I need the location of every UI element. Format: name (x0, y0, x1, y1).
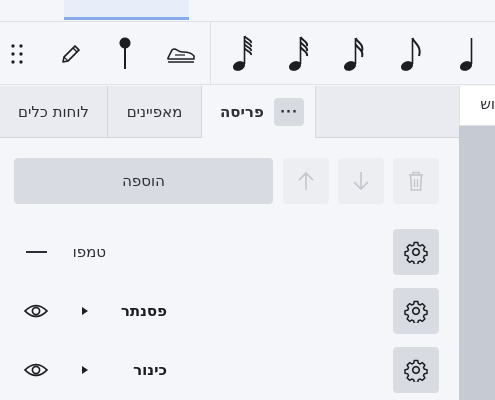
piano-settings-button[interactable] (393, 288, 439, 334)
thirty-second-note-icon[interactable] (284, 34, 314, 74)
piano-label: פסנתר (120, 302, 167, 320)
slur-tie-icon[interactable] (164, 34, 198, 74)
note-input-toolbar (0, 22, 495, 85)
list-item-piano[interactable]: פסנתר (0, 288, 459, 338)
arrow-down-icon (353, 172, 369, 191)
tempo-settings-button[interactable] (393, 229, 439, 275)
app-root: לוחות כלים מאפיינים פריסה ··· הוספה טמפו… (0, 0, 495, 400)
tab-palettes-label: לוחות כלים (18, 102, 89, 121)
tab-bar-filler (316, 86, 459, 138)
quarter-note-icon[interactable] (453, 34, 483, 74)
tempo-dash (26, 251, 47, 253)
layout-panel: לוחות כלים מאפיינים פריסה ··· הוספה טמפו… (0, 86, 459, 400)
list-item-tempo[interactable]: טמפו (0, 229, 459, 279)
tab-more-button[interactable]: ··· (274, 98, 304, 126)
eye-icon[interactable] (23, 301, 49, 321)
move-down-button[interactable] (338, 158, 384, 204)
toolbar-separator (210, 22, 211, 85)
push-pin-icon[interactable] (110, 34, 140, 74)
tab-properties[interactable]: מאפיינים (108, 86, 202, 138)
tab-properties-label: מאפיינים (126, 102, 183, 121)
drag-handle-icon[interactable] (2, 34, 32, 74)
eighth-note-icon[interactable] (396, 34, 426, 74)
add-button[interactable]: הוספה (14, 158, 273, 204)
tempo-label: טמפו (72, 243, 106, 261)
tab-palettes[interactable]: לוחות כלים (0, 86, 108, 138)
gear-icon (404, 359, 428, 382)
expand-arrow-icon[interactable] (82, 366, 88, 374)
violin-label: כינור (133, 361, 167, 379)
sixty-fourth-note-icon[interactable] (228, 34, 258, 74)
score-view-area[interactable] (459, 126, 495, 400)
arrow-up-icon (298, 171, 314, 190)
active-top-tab[interactable] (64, 0, 189, 20)
gear-icon (404, 300, 428, 323)
eye-icon[interactable] (23, 360, 49, 380)
delete-button[interactable] (393, 158, 439, 204)
tab-layout-label: פריסה (220, 103, 264, 121)
pencil-icon[interactable] (56, 34, 86, 74)
right-panel-tab[interactable]: וש (459, 86, 495, 126)
sixteenth-note-icon[interactable] (339, 34, 369, 74)
list-item-violin[interactable]: כינור (0, 347, 459, 397)
trash-icon (409, 171, 423, 191)
expand-arrow-icon[interactable] (82, 307, 88, 315)
gear-icon (404, 241, 428, 264)
top-tab-strip (0, 0, 495, 22)
panel-tabs: לוחות כלים מאפיינים פריסה ··· (0, 86, 459, 138)
move-up-button[interactable] (283, 158, 329, 204)
right-panel-tab-label: וש (480, 95, 495, 113)
violin-settings-button[interactable] (393, 347, 439, 393)
